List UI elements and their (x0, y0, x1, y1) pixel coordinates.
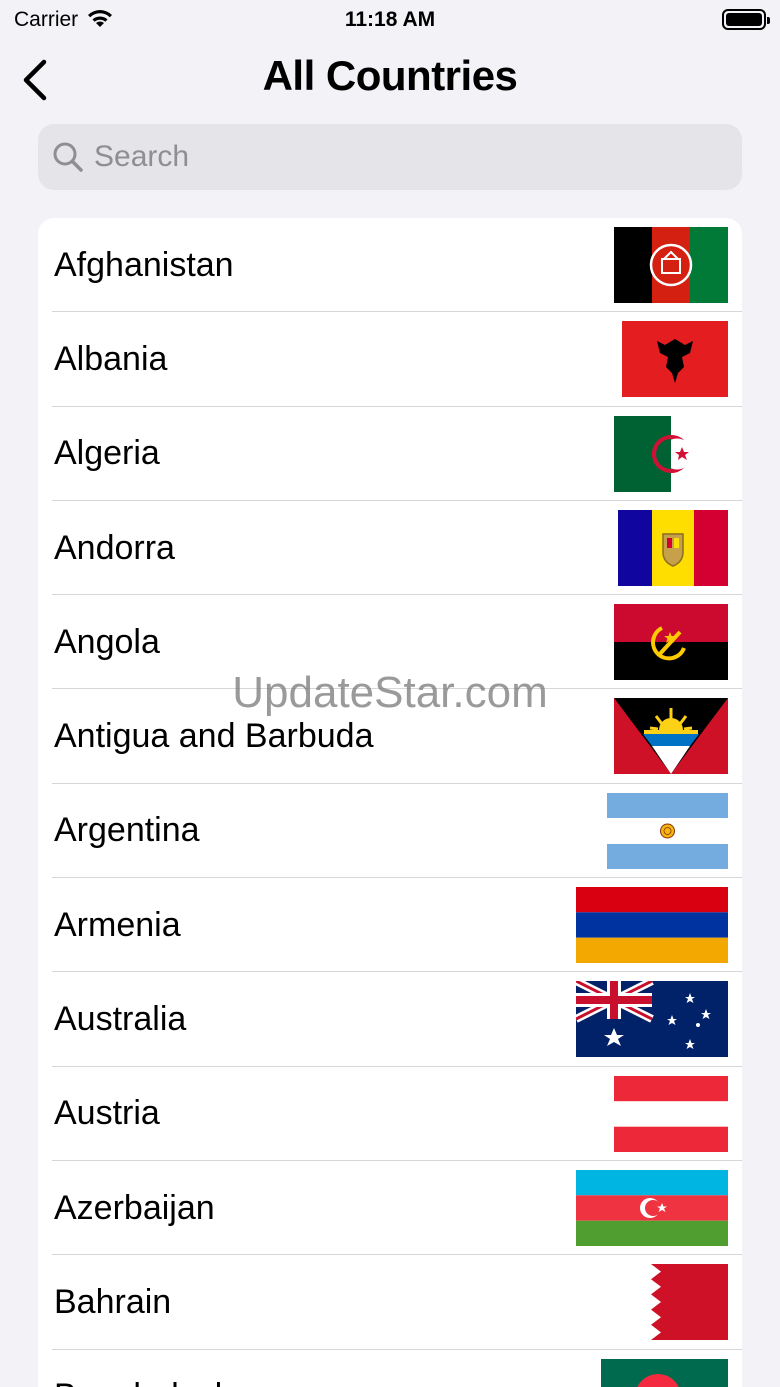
list-item[interactable]: Andorra (38, 501, 742, 596)
battery-icon (722, 9, 770, 30)
status-bar: Carrier 11:18 AM (0, 0, 780, 40)
country-name: Azerbaijan (54, 1188, 215, 1227)
list-item[interactable]: Afghanistan (38, 218, 742, 313)
country-name: Bangladesh (54, 1377, 234, 1387)
search-bar[interactable] (38, 124, 742, 190)
page-title: All Countries (262, 52, 518, 99)
country-name: Afghanistan (54, 245, 234, 284)
search-input[interactable] (94, 140, 694, 174)
list-item[interactable]: Bahrain (38, 1255, 742, 1350)
country-name: Angola (54, 622, 160, 661)
argentina-flag-icon (607, 792, 728, 869)
austria-flag-icon (614, 1075, 728, 1152)
list-item[interactable]: Algeria (38, 407, 742, 502)
country-name: Argentina (54, 811, 200, 850)
country-name: Armenia (54, 905, 181, 944)
albania-flag-icon (622, 321, 728, 398)
country-name: Bahrain (54, 1282, 172, 1321)
list-item[interactable]: Antigua and Barbuda (38, 689, 742, 785)
country-name: Australia (54, 1000, 187, 1039)
antigua-and-barbuda-flag-icon (614, 698, 728, 775)
country-name: Antigua and Barbuda (54, 717, 374, 756)
list-item[interactable]: Australia (38, 972, 742, 1067)
azerbaijan-flag-icon (576, 1169, 728, 1246)
bangladesh-flag-icon (601, 1358, 728, 1387)
country-name: Austria (54, 1094, 160, 1133)
list-item[interactable]: Albania (38, 312, 742, 407)
list-item[interactable]: Armenia (38, 878, 742, 973)
status-time: 11:18 AM (344, 8, 436, 31)
list-item[interactable]: Austria (38, 1067, 742, 1162)
country-list: Afghanistan Albania Algeria Andorra Ango… (38, 218, 742, 1387)
bahrain-flag-icon (633, 1264, 728, 1341)
country-name: Albania (54, 339, 168, 378)
list-item[interactable]: Angola (38, 595, 742, 690)
country-name: Andorra (54, 528, 175, 567)
list-item[interactable]: Azerbaijan (38, 1161, 742, 1256)
list-item[interactable]: Argentina (38, 784, 742, 879)
algeria-flag-icon (614, 415, 728, 492)
navigation-bar: All Countries (0, 44, 780, 114)
search-icon (53, 142, 83, 172)
country-name: Algeria (54, 434, 160, 473)
angola-flag-icon (614, 604, 728, 681)
list-item[interactable]: Bangladesh (38, 1350, 742, 1387)
australia-flag-icon (576, 981, 728, 1058)
andorra-flag-icon (618, 509, 728, 586)
afghanistan-flag-icon (614, 227, 728, 303)
armenia-flag-icon (576, 887, 728, 964)
